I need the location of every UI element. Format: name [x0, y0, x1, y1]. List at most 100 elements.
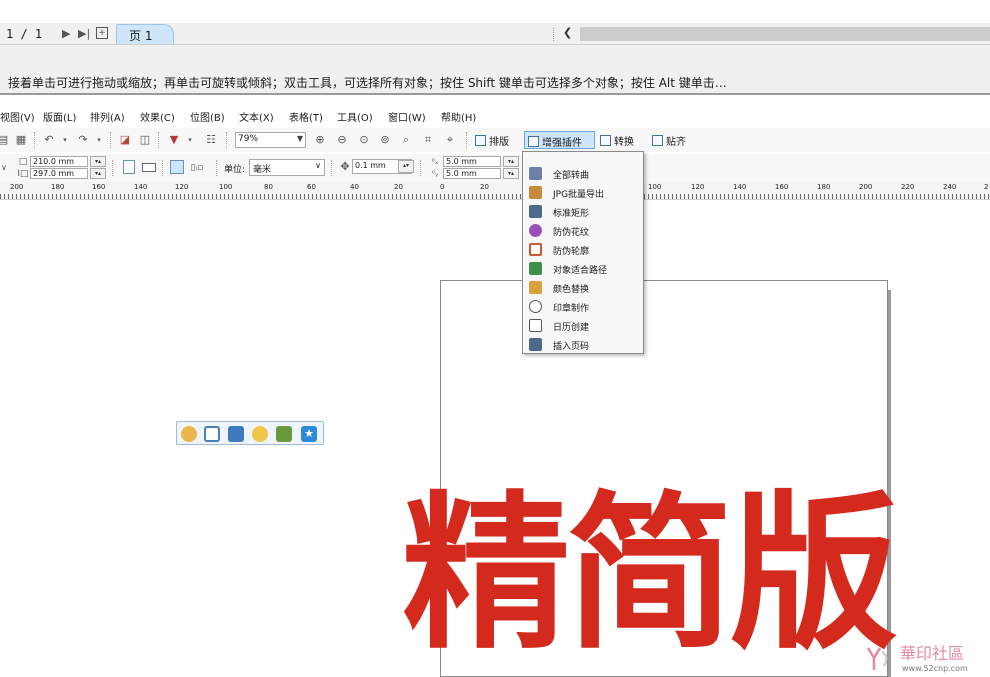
monitor-icon[interactable]: [228, 426, 244, 442]
horizontal-scrollbar[interactable]: [580, 27, 990, 41]
horizontal-ruler[interactable]: 200 180 160 140 120 100 80 60 40 20 0 20…: [0, 182, 990, 200]
snap-button[interactable]: 贴齐: [649, 131, 689, 149]
menu-arrange[interactable]: 排列(A): [90, 109, 125, 124]
zoom-all-icon[interactable]: ⊚: [378, 133, 392, 147]
nav-next-icon[interactable]: ▶: [62, 27, 70, 40]
menu-text[interactable]: 文本(X): [239, 109, 274, 124]
menu-item-guilloche[interactable]: 防伪花纹: [525, 221, 641, 240]
menu-item-curves[interactable]: 全部转曲: [525, 164, 641, 183]
zoom-in-icon[interactable]: ⊕: [313, 133, 327, 147]
paste-icon[interactable]: ▦: [14, 133, 28, 147]
menu-item-page-number[interactable]: 插入页码: [525, 335, 641, 354]
zoom-level-value: 79%: [238, 134, 259, 144]
duplicate-y-input[interactable]: 5.0 mm: [443, 168, 501, 179]
zoom-page-icon[interactable]: ⌕: [399, 133, 413, 147]
launcher-dropdown-icon[interactable]: ▾: [183, 133, 197, 147]
palette-icon[interactable]: [181, 426, 197, 442]
toolbar-separator: [216, 160, 217, 176]
plugins-dropdown-menu: 全部转曲 JPG批量导出 标准矩形 防伪花纹 防伪轮廓 对象适合路径 颜色替换 …: [522, 151, 644, 354]
redo-dropdown-icon[interactable]: ▾: [92, 133, 106, 147]
menu-item-calendar[interactable]: 日历创建: [525, 316, 641, 335]
landscape-icon[interactable]: [142, 163, 156, 172]
menu-item-fit-path[interactable]: 对象适合路径: [525, 259, 641, 278]
splitter-handle[interactable]: [553, 28, 555, 41]
menu-help[interactable]: 帮助(H): [441, 109, 476, 124]
zoom-selected-icon[interactable]: ⊙: [357, 133, 371, 147]
dup-y-stepper[interactable]: ▾▴: [503, 168, 519, 179]
portrait-icon[interactable]: [123, 160, 135, 174]
nudge-icon: ✥: [340, 160, 350, 173]
duplicate-x-input[interactable]: 5.0 mm: [443, 156, 501, 167]
zoom-level-select[interactable]: 79% ▼: [235, 132, 306, 148]
menu-bar: 视图(V) 版面(L) 排列(A) 效果(C) 位图(B) 文本(X) 表格(T…: [0, 106, 990, 126]
import-icon[interactable]: ◪: [118, 133, 132, 147]
all-pages-icon[interactable]: [170, 160, 184, 174]
undo-dropdown-icon[interactable]: ▾: [58, 133, 72, 147]
convert-icon: [600, 135, 611, 146]
scroll-left-icon[interactable]: ❮: [563, 26, 572, 39]
height-stepper[interactable]: ▾▴: [90, 168, 106, 179]
dup-x-stepper[interactable]: ▾▴: [503, 156, 519, 167]
menu-tools[interactable]: 工具(O): [337, 109, 373, 124]
menu-layout[interactable]: 版面(L): [43, 109, 76, 124]
menu-item-jpg-export[interactable]: JPG批量导出: [525, 183, 641, 202]
ruler-label: 160: [92, 183, 106, 191]
menu-table[interactable]: 表格(T): [289, 109, 323, 124]
ruler-label: 80: [264, 183, 273, 191]
calendar-icon: [529, 319, 542, 332]
toolbar-separator: [34, 132, 35, 148]
layout-button[interactable]: 排版: [472, 131, 512, 149]
menu-item-rectangle[interactable]: 标准矩形: [525, 202, 641, 221]
options-icon[interactable]: ☷: [204, 133, 218, 147]
chevron-down-icon: ∨: [315, 161, 321, 170]
color-replace-icon: [529, 281, 542, 294]
plugins-button-label: 增强插件: [542, 138, 582, 149]
menu-effects[interactable]: 效果(C): [140, 109, 175, 124]
toolbar-separator: [331, 160, 332, 176]
badge-icon[interactable]: [252, 426, 268, 442]
nav-last-icon[interactable]: ▶|: [78, 27, 90, 40]
convert-button[interactable]: 转换: [597, 131, 637, 149]
menu-view[interactable]: 视图(V): [0, 109, 35, 124]
page-height-input[interactable]: 297.0 mm: [30, 168, 88, 179]
width-stepper[interactable]: ▾▴: [90, 156, 106, 167]
page-tab[interactable]: 页 1: [116, 24, 174, 44]
ruler-label: 100: [648, 183, 662, 191]
export-icon[interactable]: ◫: [138, 133, 152, 147]
floating-toolbar: ★: [176, 421, 324, 445]
property-bar: ∨ □ I□ 210.0 mm 297.0 mm ▾▴ ▾▴ ▯ᵢ▫ 单位: 毫…: [0, 154, 990, 182]
ruler-label: 20: [480, 183, 489, 191]
rectangle-icon: [529, 205, 542, 218]
current-page-icon[interactable]: ▯ᵢ▫: [190, 161, 204, 175]
ruler-label: 220: [901, 183, 915, 191]
unit-select[interactable]: 毫米 ∨: [249, 159, 325, 176]
menu-item-label: 标准矩形: [553, 209, 590, 219]
star-icon[interactable]: ★: [301, 426, 317, 442]
watermark-logo-icon: [866, 647, 888, 670]
copy-icon[interactable]: ▤: [0, 133, 10, 147]
status-bar: 接着单击可进行拖动或缩放；再单击可旋转或倾斜；双击工具，可选择所有对象；按住 S…: [0, 45, 990, 95]
menu-item-label: 插入页码: [553, 342, 590, 352]
zoom-height-icon[interactable]: ⌖: [443, 133, 457, 147]
nudge-stepper[interactable]: ▴▾: [398, 160, 414, 173]
menu-item-stamp[interactable]: 印章制作: [525, 297, 641, 316]
add-page-icon[interactable]: +: [96, 27, 108, 39]
launcher-icon[interactable]: ▼: [167, 133, 181, 147]
menu-window[interactable]: 窗口(W): [388, 109, 426, 124]
list-icon[interactable]: [204, 426, 220, 442]
toolbar-separator: [226, 132, 227, 148]
undo-icon[interactable]: ↶: [42, 133, 56, 147]
plugins-button[interactable]: 增强插件: [524, 131, 595, 149]
menu-item-color-replace[interactable]: 颜色替换: [525, 278, 641, 297]
zoom-width-icon[interactable]: ⌗: [421, 133, 435, 147]
menu-item-label: 印章制作: [553, 304, 590, 314]
menu-bitmaps[interactable]: 位图(B): [190, 109, 225, 124]
menu-item-label: 日历创建: [553, 323, 590, 333]
site-watermark: 華印社區 www.52cnp.com: [856, 640, 990, 677]
zoom-out-icon[interactable]: ⊖: [335, 133, 349, 147]
menu-item-contour[interactable]: 防伪轮廓: [525, 240, 641, 259]
image-icon[interactable]: [276, 426, 292, 442]
page-width-input[interactable]: 210.0 mm: [30, 156, 88, 167]
paper-size-dropdown-icon[interactable]: ∨: [0, 161, 11, 175]
redo-icon[interactable]: ↷: [76, 133, 90, 147]
